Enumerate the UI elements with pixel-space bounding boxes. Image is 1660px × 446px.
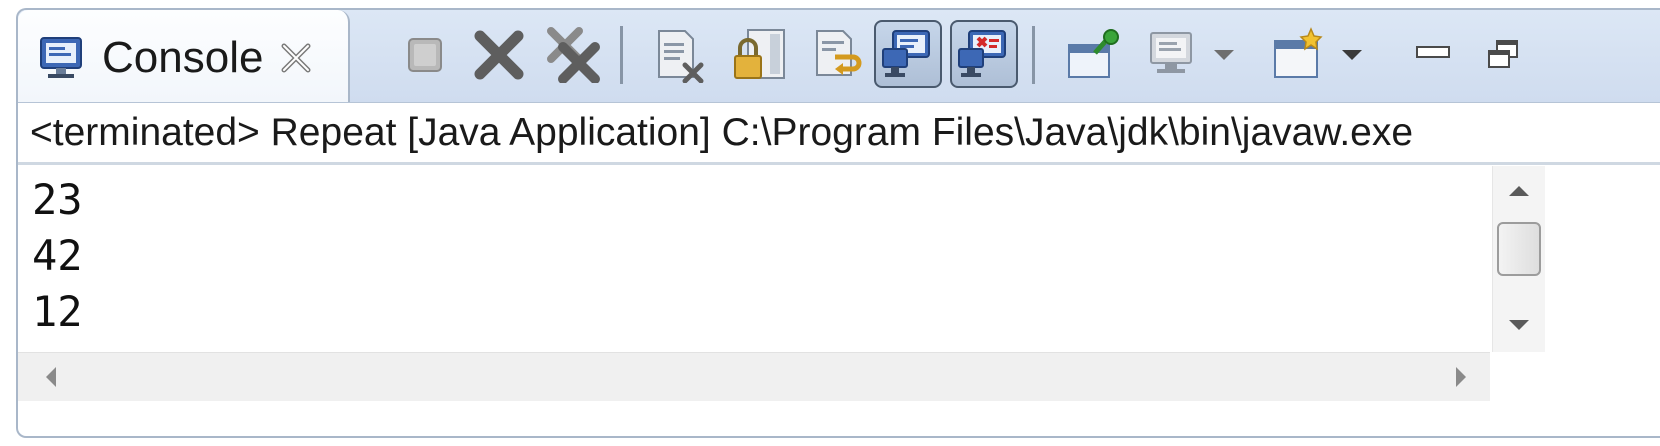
- chevron-down-icon: [1214, 50, 1234, 60]
- scroll-up-arrow-icon[interactable]: [1507, 184, 1531, 198]
- restore-icon: [1488, 40, 1518, 68]
- open-console-button[interactable]: [1264, 20, 1334, 90]
- console-monitor-icon: [40, 37, 82, 78]
- chevron-down-icon: [1342, 50, 1362, 60]
- display-console-dropdown[interactable]: [1202, 20, 1246, 90]
- scroll-left-arrow-icon[interactable]: [44, 365, 58, 389]
- show-console-stdout-icon: [882, 30, 930, 77]
- restore-button[interactable]: [1468, 20, 1538, 90]
- tab-label: Console: [102, 33, 264, 82]
- remove-all-icon: [547, 27, 600, 83]
- display-selected-console-button[interactable]: [1138, 20, 1208, 90]
- word-wrap-button[interactable]: [802, 20, 872, 90]
- scroll-right-arrow-icon[interactable]: [1454, 365, 1468, 389]
- close-icon[interactable]: [278, 40, 314, 76]
- scroll-lock-button[interactable]: [724, 20, 794, 90]
- terminate-button[interactable]: [390, 20, 460, 90]
- scrollbar-corner: [1492, 352, 1660, 436]
- display-console-icon: [1150, 32, 1192, 73]
- process-status-label: <terminated> Repeat [Java Application] C…: [18, 104, 1660, 165]
- view-tab-bar: Console: [18, 10, 1660, 103]
- pin-console-button[interactable]: [1058, 20, 1128, 90]
- scroll-lock-icon: [734, 29, 785, 79]
- show-on-stdout-toggle[interactable]: [874, 20, 942, 88]
- remove-all-terminated-button[interactable]: [538, 20, 608, 90]
- clear-console-icon: [658, 30, 704, 83]
- console-view: Console <terminated> Repeat [Java Applic…: [16, 8, 1660, 438]
- show-on-stderr-toggle[interactable]: [950, 20, 1018, 88]
- scroll-down-arrow-icon[interactable]: [1507, 318, 1531, 332]
- word-wrap-icon: [816, 30, 862, 76]
- open-console-dropdown[interactable]: [1330, 20, 1374, 90]
- clear-console-button[interactable]: [644, 20, 714, 90]
- vertical-scroll-thumb[interactable]: [1497, 222, 1541, 276]
- output-line: 12: [32, 287, 83, 336]
- horizontal-scrollbar[interactable]: [18, 352, 1490, 401]
- minimize-icon: [1416, 46, 1450, 58]
- terminate-stop-icon: [408, 38, 442, 72]
- pin-icon: [1068, 29, 1119, 78]
- output-line: 42: [32, 231, 83, 280]
- vertical-scrollbar[interactable]: [1492, 166, 1545, 352]
- minimize-button[interactable]: [1398, 20, 1468, 90]
- tab-console[interactable]: Console: [18, 10, 350, 102]
- open-console-icon: [1274, 27, 1323, 78]
- console-output[interactable]: 23 42 12: [18, 166, 1490, 352]
- show-console-stderr-icon: [958, 30, 1006, 77]
- output-line: 23: [32, 175, 83, 224]
- remove-launch-icon: [474, 30, 524, 80]
- remove-launch-button[interactable]: [464, 20, 534, 90]
